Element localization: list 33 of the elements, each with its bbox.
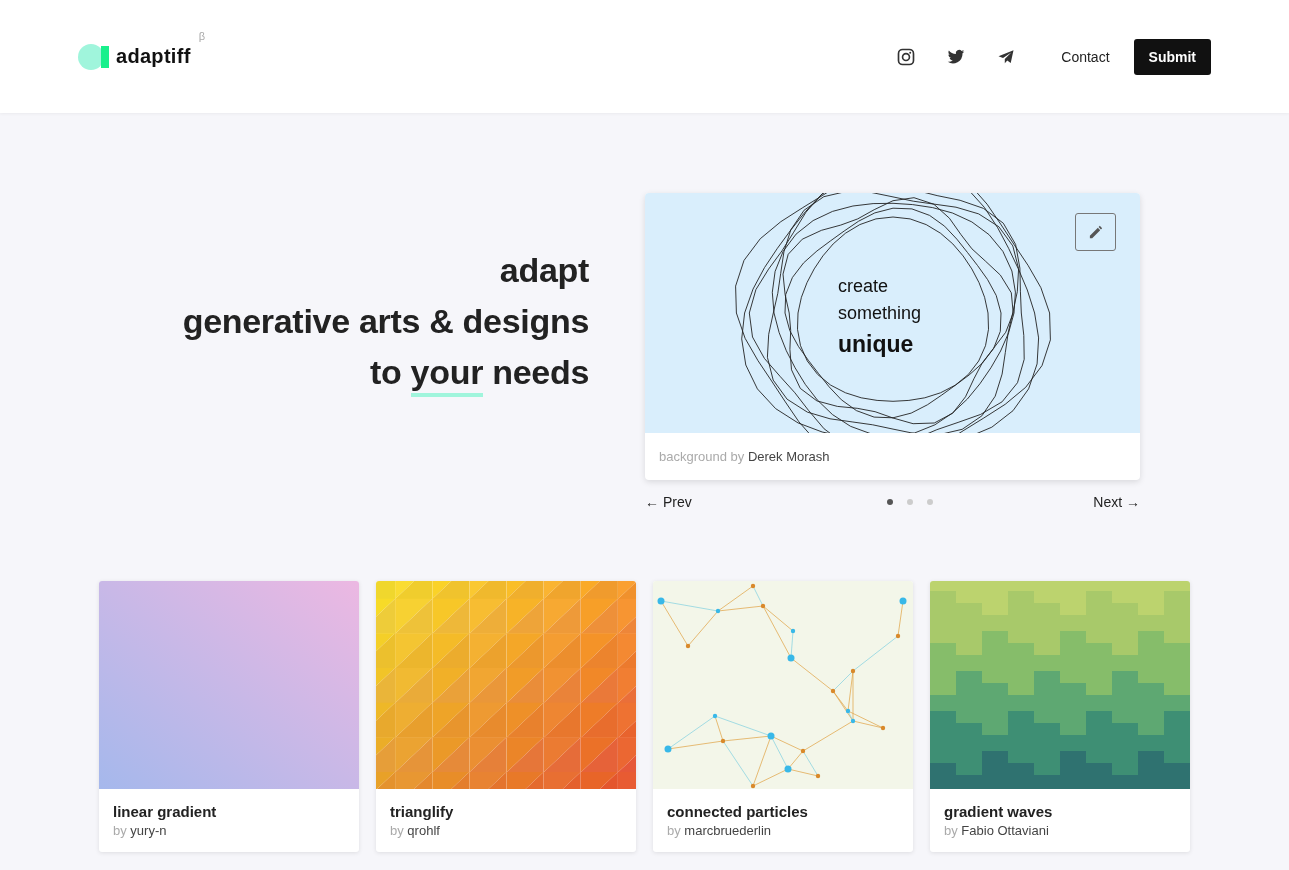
author-credit: by qrohlf	[390, 823, 441, 838]
prev-link[interactable]: ← Prev	[645, 494, 692, 510]
background-credit: background by Derek Morash	[659, 449, 830, 464]
headline-text: to your needs	[369, 347, 589, 398]
card-title: gradient waves	[944, 803, 1054, 820]
submit-button[interactable]: Submit	[1133, 38, 1211, 75]
next-link[interactable]: Next →	[1093, 494, 1140, 510]
artwork-text: create	[838, 275, 890, 298]
artwork-text: something	[838, 302, 922, 325]
carousel-dot[interactable]	[886, 499, 893, 505]
headline-text: adapt	[499, 250, 589, 291]
artwork-text: unique	[838, 330, 915, 359]
author-credit: by Fabio Ottaviani	[944, 823, 1050, 838]
instagram-icon[interactable]	[897, 47, 916, 66]
twitter-bird-icon[interactable]	[947, 47, 966, 66]
carousel-dot[interactable]	[926, 499, 933, 505]
gallery-card[interactable]: trianglify by qrohlf	[376, 581, 636, 852]
edit-button[interactable]	[1075, 213, 1116, 251]
author-credit: by yury-n	[113, 823, 168, 838]
card-title: linear gradient	[113, 803, 218, 820]
gallery-card[interactable]: linear gradient by yury-n	[99, 581, 359, 852]
contact-link[interactable]: Contact	[1061, 48, 1110, 65]
carousel-dot[interactable]	[906, 499, 913, 505]
beta-label: β	[198, 29, 205, 42]
pencil-icon	[1088, 224, 1103, 240]
gallery-card[interactable]: gradient waves by Fabio Ottaviani	[930, 581, 1190, 852]
card-title: trianglify	[390, 803, 455, 820]
logo-mark-icon	[78, 43, 110, 70]
logo-text[interactable]: adaptiff	[116, 45, 191, 68]
author-credit: by marcbruederlin	[667, 823, 773, 838]
card-title: connected particles	[667, 803, 809, 820]
gallery-card[interactable]: connected particles by marcbruederlin	[653, 581, 913, 852]
headline-text: generative arts & designs	[182, 301, 589, 342]
